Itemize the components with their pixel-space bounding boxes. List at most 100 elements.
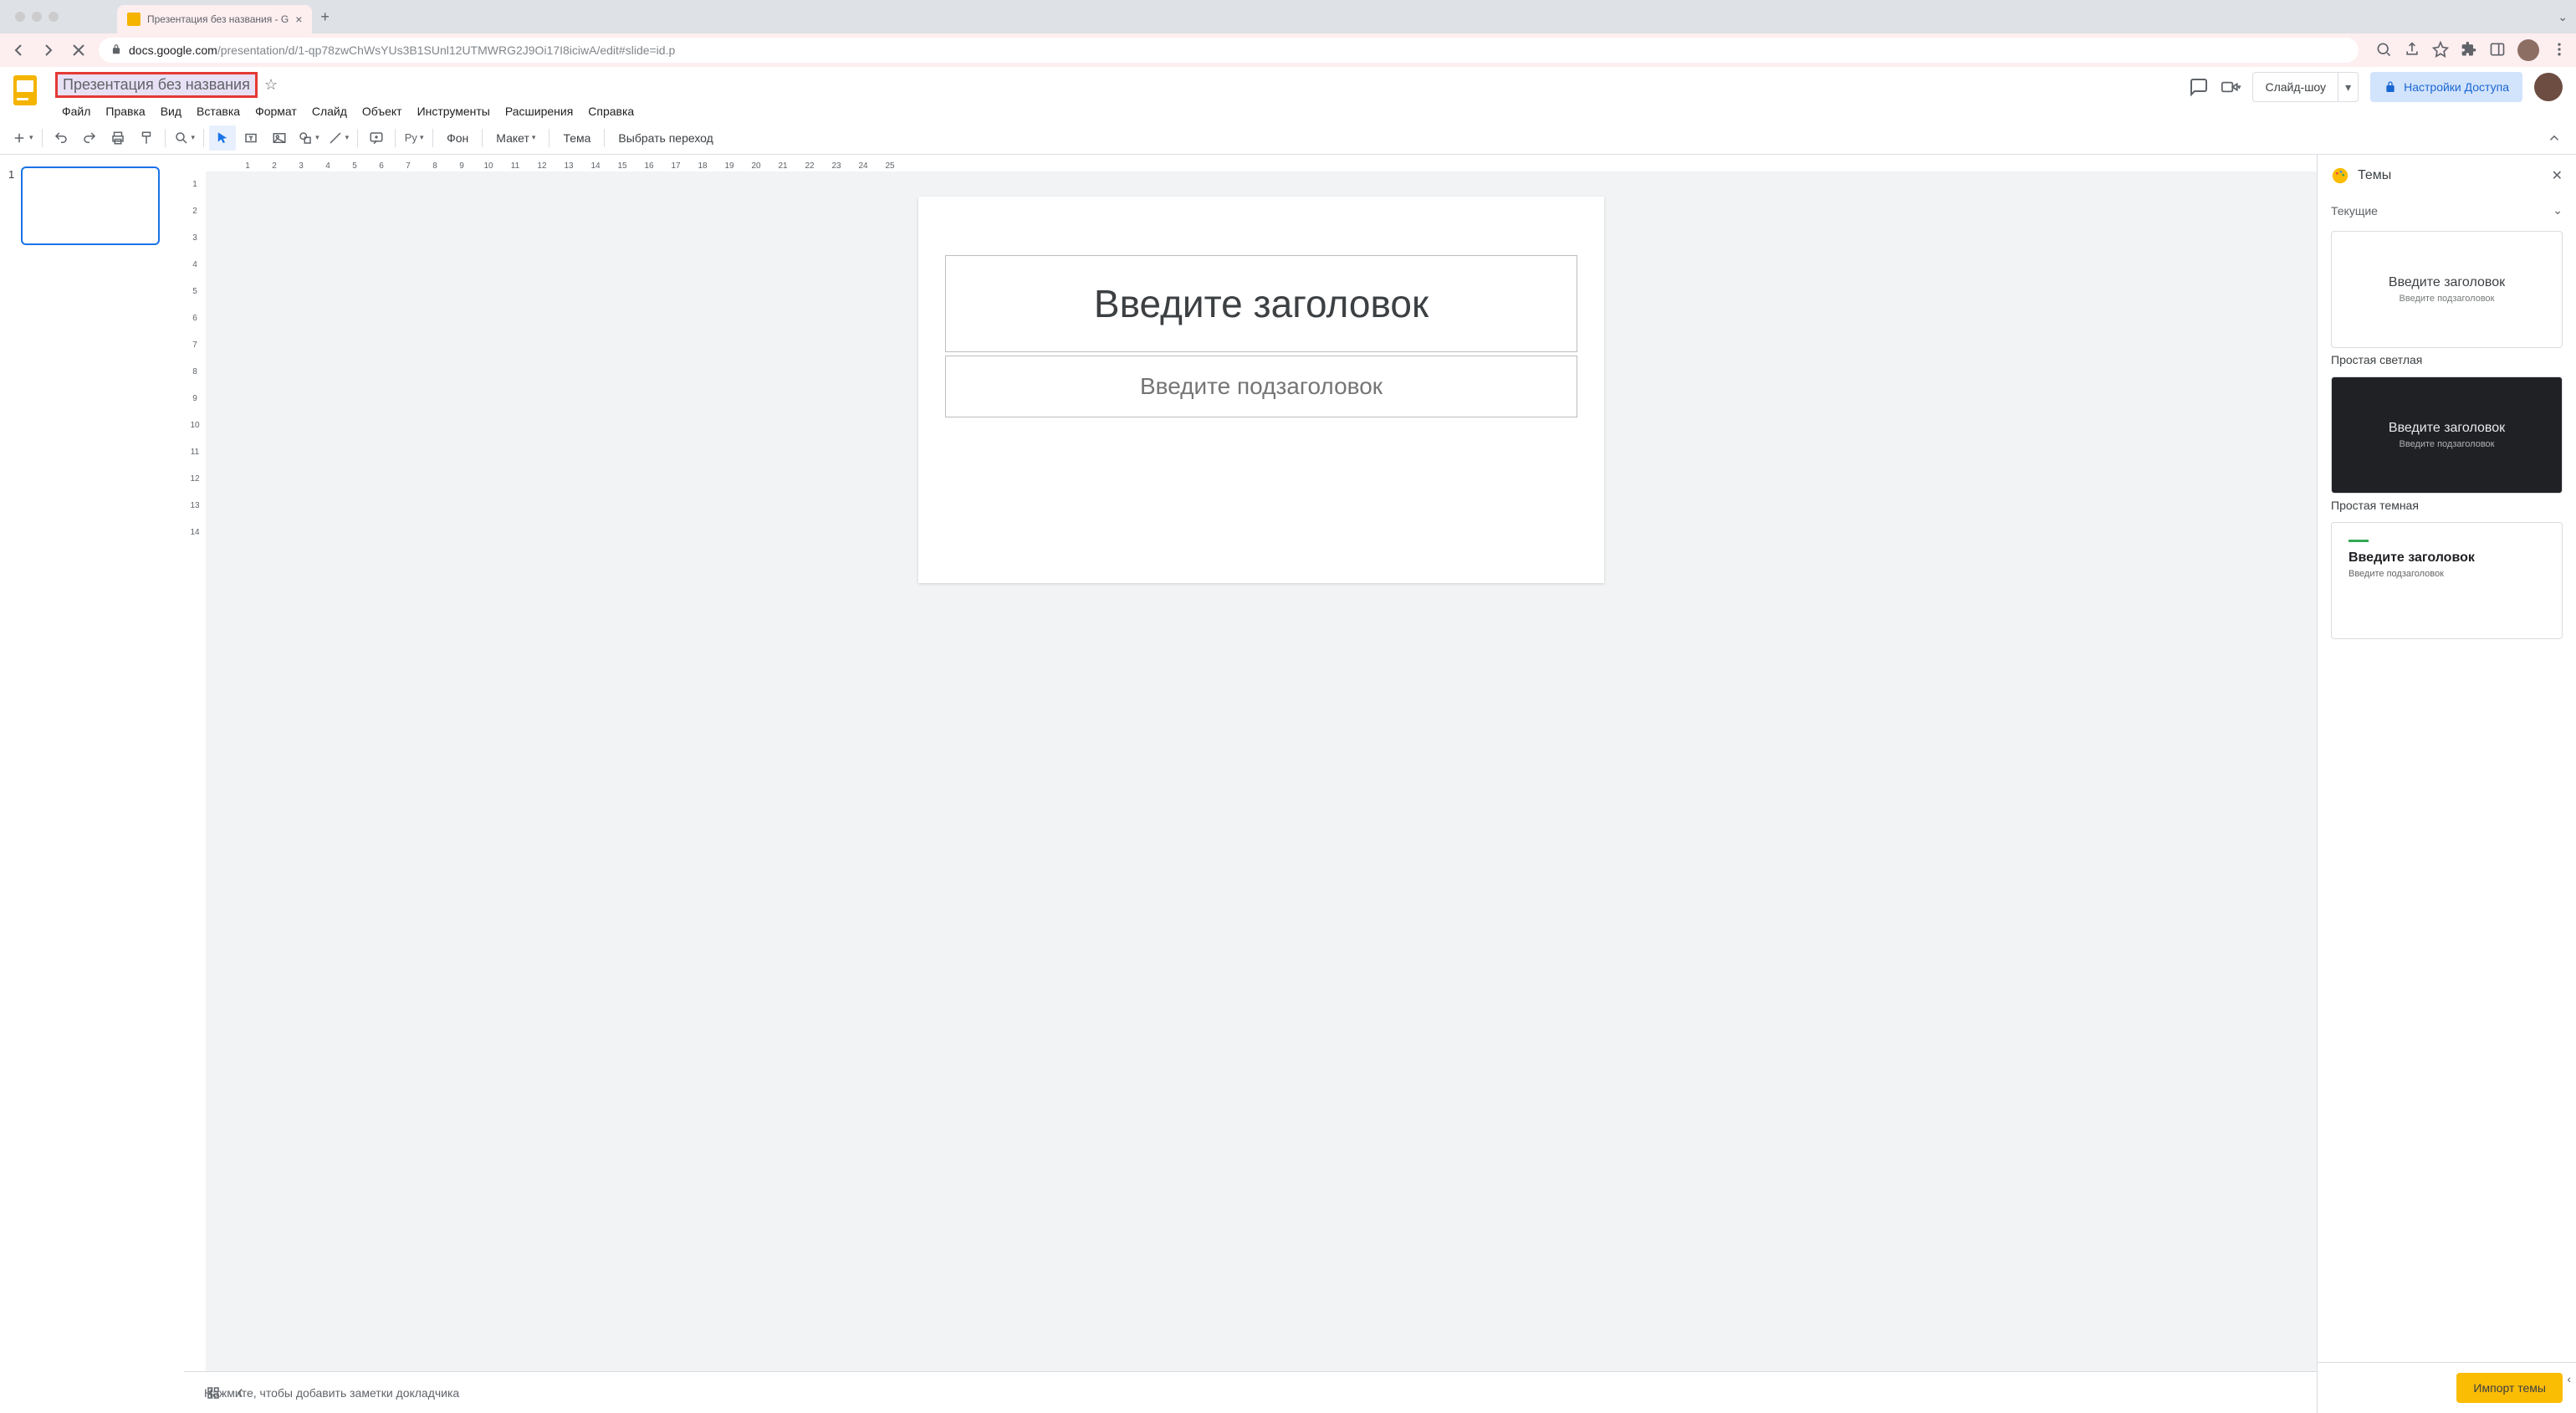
address-bar: docs.google.com/presentation/d/1-qp78zwC… <box>0 33 2576 67</box>
import-theme-button[interactable]: Импорт темы <box>2456 1373 2563 1403</box>
bookmark-star-icon[interactable] <box>2432 41 2449 60</box>
menu-view[interactable]: Вид <box>154 101 188 121</box>
theme-card-dark[interactable]: Введите заголовок Введите подзаголовок П… <box>2331 376 2563 512</box>
sidepanel-icon[interactable] <box>2489 41 2506 60</box>
menu-insert[interactable]: Вставка <box>190 101 247 121</box>
account-avatar-icon[interactable] <box>2534 73 2563 101</box>
subtitle-placeholder[interactable]: Введите подзаголовок <box>945 356 1577 417</box>
menubar: Файл Правка Вид Вставка Формат Слайд Объ… <box>55 101 641 121</box>
title-placeholder[interactable]: Введите заголовок <box>945 255 1577 352</box>
themes-current-dropdown[interactable]: Текущие ⌄ <box>2318 197 2576 224</box>
address-bar-icons <box>2375 39 2568 61</box>
theme-card-light[interactable]: Введите заголовок Введите подзаголовок П… <box>2331 231 2563 366</box>
main: 1 12345678910111213141516171819202122232… <box>0 155 2576 1413</box>
stop-reload-button[interactable] <box>69 40 89 60</box>
palette-icon <box>2331 166 2349 185</box>
close-themes-icon[interactable]: ✕ <box>2552 167 2563 184</box>
traffic-light-close[interactable] <box>15 12 25 22</box>
browser-chrome: Презентация без названия - G × + ⌄ docs.… <box>0 0 2576 67</box>
share-button[interactable]: Настройки Доступа <box>2370 72 2522 102</box>
zoom-button[interactable] <box>171 125 199 151</box>
prev-slide-icon[interactable] <box>233 1385 248 1403</box>
speaker-notes[interactable]: Нажмите, чтобы добавить заметки докладчи… <box>184 1371 2317 1413</box>
collapse-toolbar-icon[interactable] <box>2541 125 2568 151</box>
menu-slide[interactable]: Слайд <box>305 101 354 121</box>
slide-canvas[interactable]: Введите заголовок Введите подзаголовок <box>918 197 1604 583</box>
filmstrip[interactable]: 1 <box>0 155 184 1413</box>
explore-icon[interactable] <box>206 1385 221 1403</box>
meet-icon[interactable]: ▾ <box>2221 77 2241 97</box>
tabs-menu-icon[interactable]: ⌄ <box>2558 10 2568 24</box>
comments-icon[interactable] <box>2189 77 2209 97</box>
separator <box>482 129 483 147</box>
select-tool[interactable] <box>209 125 236 151</box>
slide-thumbnail[interactable] <box>21 166 160 245</box>
themes-list[interactable]: Введите заголовок Введите подзаголовок П… <box>2318 224 2576 1362</box>
undo-button[interactable] <box>48 125 74 151</box>
tab-close-icon[interactable]: × <box>295 13 302 26</box>
forward-button[interactable] <box>38 40 59 60</box>
canvas-area: 1234567891011121314151617181920212223242… <box>184 155 2317 1413</box>
back-button[interactable] <box>8 40 28 60</box>
new-tab-button[interactable]: + <box>320 8 330 26</box>
app-header: Презентация без названия ☆ Файл Правка В… <box>0 67 2576 121</box>
side-panel-toggle-icon[interactable]: ‹ <box>2567 1372 2571 1385</box>
shape-tool[interactable] <box>294 125 323 151</box>
chevron-down-icon: ⌄ <box>2553 203 2563 218</box>
transition-button[interactable]: Выбрать переход <box>610 125 721 151</box>
slideshow-label[interactable]: Слайд-шоу <box>2253 73 2338 101</box>
background-button[interactable]: Фон <box>438 125 477 151</box>
separator <box>604 129 605 147</box>
traffic-light-min[interactable] <box>32 12 42 22</box>
menu-format[interactable]: Формат <box>248 101 304 121</box>
slides-logo-icon[interactable] <box>13 75 47 109</box>
separator <box>357 129 358 147</box>
share-url-icon[interactable] <box>2404 41 2420 60</box>
comment-button[interactable] <box>363 125 390 151</box>
menu-extensions[interactable]: Расширения <box>498 101 580 121</box>
translate-icon[interactable] <box>2375 41 2392 60</box>
profile-avatar-icon[interactable] <box>2517 39 2539 61</box>
new-slide-button[interactable] <box>8 125 37 151</box>
extensions-icon[interactable] <box>2461 41 2477 60</box>
menu-file[interactable]: Файл <box>55 101 97 121</box>
menu-tools[interactable]: Инструменты <box>411 101 497 121</box>
line-tool[interactable] <box>325 125 353 151</box>
themes-title: Темы <box>2358 168 2543 183</box>
url-input[interactable]: docs.google.com/presentation/d/1-qp78zwC… <box>99 38 2359 63</box>
traffic-light-max[interactable] <box>49 12 59 22</box>
slideshow-button[interactable]: Слайд-шоу ▾ <box>2252 72 2359 102</box>
ruler-horizontal: 1234567891011121314151617181920212223242… <box>184 155 2317 172</box>
paint-format-button[interactable] <box>133 125 160 151</box>
slide-thumb-row[interactable]: 1 <box>8 166 176 245</box>
slide-number: 1 <box>8 166 14 245</box>
lock-icon <box>110 44 122 58</box>
menu-object[interactable]: Объект <box>355 101 409 121</box>
print-button[interactable] <box>105 125 131 151</box>
separator <box>395 129 396 147</box>
tab-strip: Презентация без названия - G × + ⌄ <box>0 0 2576 33</box>
toolbar: Pу Фон Макет Тема Выбрать переход <box>0 121 2576 155</box>
menu-edit[interactable]: Правка <box>99 101 151 121</box>
tab-favicon-icon <box>127 13 141 26</box>
document-title-input[interactable]: Презентация без названия <box>55 72 258 98</box>
star-document-icon[interactable]: ☆ <box>264 76 278 94</box>
canvas-viewport[interactable]: Введите заголовок Введите подзаголовок <box>206 172 2317 1371</box>
image-tool[interactable] <box>266 125 293 151</box>
textbox-tool[interactable] <box>238 125 264 151</box>
separator <box>203 129 204 147</box>
slideshow-dropdown-icon[interactable]: ▾ <box>2338 73 2358 101</box>
chrome-menu-icon[interactable] <box>2551 41 2568 60</box>
theme-button[interactable]: Тема <box>555 125 599 151</box>
spellcheck-button[interactable]: Pу <box>401 125 427 151</box>
redo-button[interactable] <box>76 125 103 151</box>
layout-button[interactable]: Макет <box>488 125 544 151</box>
separator <box>42 129 43 147</box>
theme-card-accent[interactable]: Введите заголовок Введите подзаголовок <box>2331 522 2563 639</box>
lock-icon <box>2384 80 2397 94</box>
separator <box>165 129 166 147</box>
browser-tab[interactable]: Презентация без названия - G × <box>117 5 312 33</box>
menu-help[interactable]: Справка <box>581 101 641 121</box>
separator <box>432 129 433 147</box>
themes-panel: Темы ✕ Текущие ⌄ Введите заголовок Введи… <box>2317 155 2576 1413</box>
